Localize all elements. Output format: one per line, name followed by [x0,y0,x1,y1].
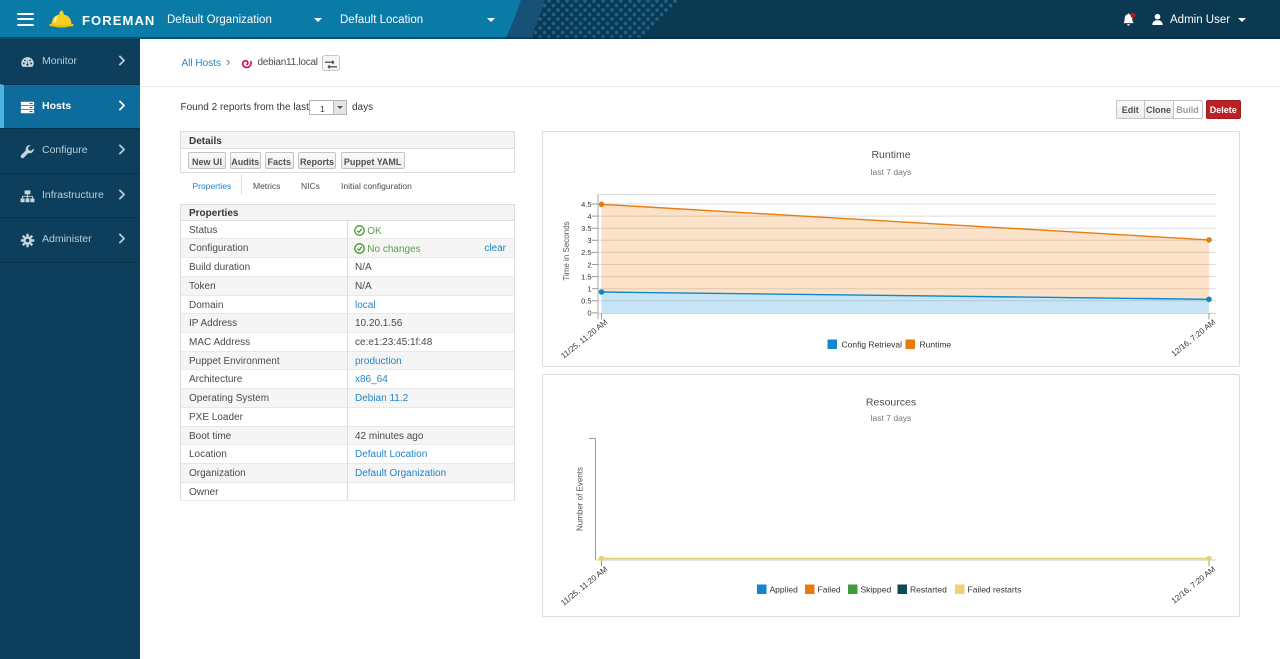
svg-text:Runtime: Runtime [871,149,910,161]
svg-text:Resources: Resources [866,397,916,409]
svg-text:4: 4 [587,212,591,221]
svg-text:last 7 days: last 7 days [871,167,912,177]
svg-text:Time in Seconds: Time in Seconds [562,221,571,280]
svg-text:12/16, 7:20 AM: 12/16, 7:20 AM [1170,564,1218,605]
svg-text:3: 3 [587,236,591,245]
svg-text:2: 2 [587,260,591,269]
svg-text:Applied: Applied [770,585,799,595]
svg-text:Config Retrieval: Config Retrieval [842,340,903,350]
svg-text:0: 0 [587,309,591,318]
svg-text:11/25, 11:20 AM: 11/25, 11:20 AM [559,564,609,607]
svg-text:Number of Events: Number of Events [576,467,585,531]
svg-text:0.5: 0.5 [581,297,591,306]
svg-text:12/16, 7:20 AM: 12/16, 7:20 AM [1170,317,1218,358]
svg-text:Failed: Failed [818,585,841,595]
svg-text:11/25, 11:20 AM: 11/25, 11:20 AM [559,317,609,360]
svg-text:1.5: 1.5 [581,272,591,281]
svg-text:Restarted: Restarted [910,585,947,595]
svg-text:2.5: 2.5 [581,248,591,257]
svg-text:3.5: 3.5 [581,224,591,233]
svg-text:1: 1 [587,285,591,294]
svg-text:Skipped: Skipped [861,585,892,595]
svg-text:last 7 days: last 7 days [871,413,912,423]
svg-text:4.5: 4.5 [581,200,591,209]
svg-text:Runtime: Runtime [920,340,952,350]
svg-text:Failed restarts: Failed restarts [968,585,1022,595]
